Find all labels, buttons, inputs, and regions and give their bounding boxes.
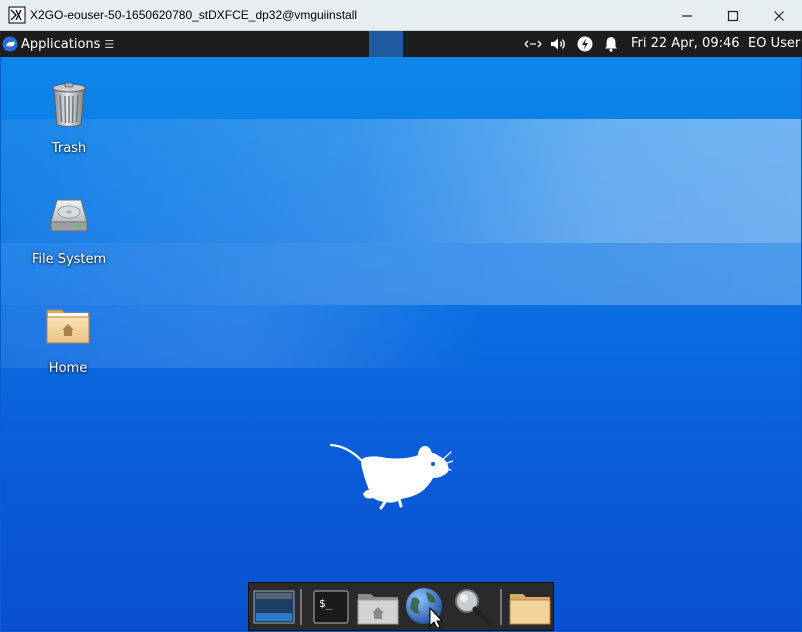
applications-label: Applications [21, 36, 101, 52]
minimize-button[interactable] [664, 0, 710, 31]
show-desktop-icon [253, 590, 295, 623]
desktop-icon-label: File System [31, 252, 107, 267]
dock-separator [499, 588, 502, 625]
close-icon [774, 10, 784, 21]
close-button[interactable] [756, 0, 802, 31]
system-tray [520, 31, 624, 57]
xfce-logo-icon [2, 36, 18, 52]
window-titlebar: X2GO-eouser-50-1650620780_stDXFCE_dp32@v… [0, 0, 802, 31]
user-menu[interactable]: EO User [748, 31, 800, 57]
power-icon[interactable] [572, 31, 598, 57]
magnifier-icon [455, 588, 492, 625]
hard-drive-icon [50, 199, 88, 232]
bottom-dock: $_ [248, 582, 554, 631]
minimize-icon [682, 14, 692, 17]
svg-text:$_: $_ [319, 597, 333, 610]
wallpaper-band [1, 305, 801, 368]
home-folder-icon [46, 309, 90, 344]
dock-item-folder[interactable] [508, 584, 553, 629]
network-icon[interactable] [520, 31, 546, 57]
wallpaper-band [1, 243, 801, 305]
terminal-icon: $_ [313, 589, 349, 624]
trash-icon [52, 82, 86, 127]
desktop[interactable]: Trash File System Home [1, 57, 801, 631]
home-folder-icon [357, 593, 399, 624]
dock-item-show-desktop[interactable] [251, 584, 296, 629]
xfce-mouse-logo [329, 443, 453, 510]
maximize-icon [727, 10, 739, 21]
desktop-icon-label: Home [48, 361, 88, 376]
window-title: X2GO-eouser-50-1650620780_stDXFCE_dp32@v… [30, 8, 358, 22]
applications-menu-button[interactable]: Applications ☰ [2, 31, 114, 57]
desktop-icon-label: Trash [51, 141, 87, 156]
workspace-switcher-active[interactable] [369, 31, 403, 57]
maximize-button[interactable] [710, 0, 756, 31]
notification-bell-icon[interactable] [598, 31, 624, 57]
dock-item-home-folder[interactable] [356, 584, 401, 629]
panel-clock[interactable]: Fri 22 Apr, 09:46 [631, 31, 740, 57]
volume-icon[interactable] [546, 31, 572, 57]
menu-icon: ☰ [104, 37, 115, 51]
desktop-icon-trash[interactable]: Trash [24, 81, 114, 156]
desktop-icon-file-system[interactable]: File System [24, 192, 114, 267]
desktop-icon-home[interactable]: Home [23, 301, 113, 376]
top-panel: Applications ☰ Fri 22 Apr, 09:46 EO User [0, 31, 802, 57]
globe-icon [405, 587, 443, 628]
dock-item-app-finder[interactable] [450, 584, 495, 629]
dock-item-web-browser[interactable] [403, 584, 448, 629]
dock-separator [300, 588, 303, 625]
folder-icon [509, 593, 551, 624]
dock-item-terminal[interactable]: $_ [308, 584, 353, 629]
x2go-app-icon [8, 6, 26, 24]
wallpaper-band [1, 119, 801, 243]
